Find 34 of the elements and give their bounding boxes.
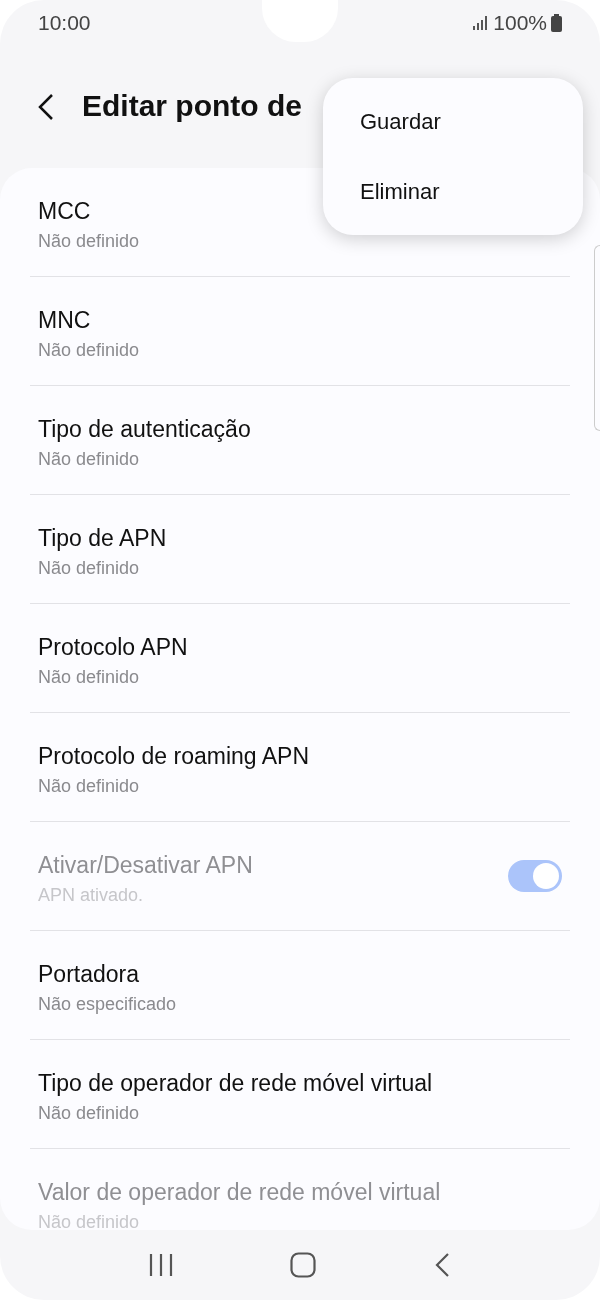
setting-title: Valor de operador de rede móvel virtual bbox=[38, 1178, 442, 1207]
settings-row[interactable]: Tipo de autenticação Não definido bbox=[30, 386, 570, 495]
setting-title: Protocolo APN bbox=[38, 632, 189, 662]
setting-value: Não definido bbox=[38, 1101, 141, 1125]
settings-row[interactable]: Portadora Não especificado bbox=[30, 931, 570, 1040]
menu-item[interactable]: Guardar bbox=[323, 86, 583, 157]
setting-value: Não definido bbox=[38, 556, 141, 580]
setting-title: Protocolo de roaming APN bbox=[38, 741, 311, 771]
setting-value: Não definido bbox=[38, 774, 141, 798]
home-icon[interactable] bbox=[290, 1252, 316, 1278]
recent-apps-icon[interactable] bbox=[148, 1252, 174, 1278]
settings-row[interactable]: Tipo de APN Não definido bbox=[30, 495, 570, 604]
page-title: Editar ponto de bbox=[82, 88, 302, 124]
setting-value: Não definido bbox=[38, 665, 141, 689]
status-time: 10:00 bbox=[38, 10, 91, 37]
setting-title: Ativar/Desativar APN bbox=[38, 850, 254, 880]
setting-value: Não definido bbox=[38, 447, 141, 471]
battery-level: 100% bbox=[493, 10, 547, 37]
setting-value: Não definido bbox=[38, 338, 141, 362]
signal-icon bbox=[473, 16, 490, 30]
settings-row[interactable]: Tipo de operador de rede móvel virtual Não definido bbox=[30, 1040, 570, 1149]
setting-value: Não especificado bbox=[38, 992, 178, 1016]
setting-title: Tipo de autenticação bbox=[38, 414, 252, 444]
setting-value: Não definido bbox=[38, 229, 141, 253]
setting-title: Portadora bbox=[38, 959, 140, 989]
setting-title: Tipo de operador de rede móvel virtual bbox=[38, 1068, 434, 1098]
setting-title: MCC bbox=[38, 196, 92, 226]
setting-title: MNC bbox=[38, 305, 92, 335]
settings-row[interactable]: Protocolo APN Não definido bbox=[30, 604, 570, 713]
settings-row[interactable]: Protocolo de roaming APN Não definido bbox=[30, 713, 570, 822]
settings-row[interactable]: MNC Não definido bbox=[30, 277, 570, 386]
setting-title: Tipo de APN bbox=[38, 523, 168, 553]
battery-icon bbox=[551, 14, 562, 32]
back-icon[interactable] bbox=[36, 93, 56, 121]
